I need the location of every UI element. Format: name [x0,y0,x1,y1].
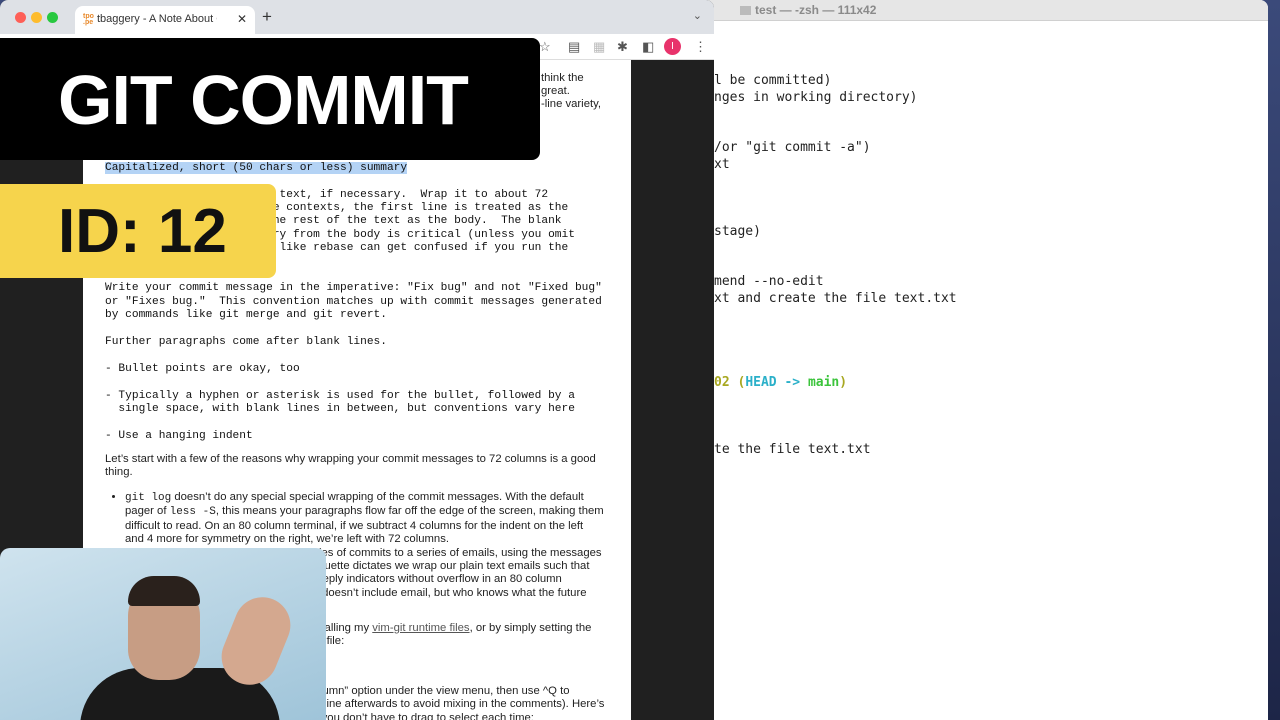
intro-paragraph: Let’s start with a few of the reasons wh… [105,453,596,479]
browser-tab[interactable]: tpo.pe tbaggery - A Note About Git Commi… [75,6,255,34]
extension-icon[interactable]: ▦ [593,39,605,55]
close-window-button[interactable] [15,12,26,23]
tab-bar: tpo.pe tbaggery - A Note About Git Commi… [0,0,714,34]
commit-example-line: - Use a hanging indent [105,429,253,442]
para-fragment: think the [541,72,584,84]
terminal-line: xt and create the file text.txt [714,291,957,306]
tab-title: tbaggery - A Note About Git Commit Messa… [97,13,217,25]
menu-kebab-icon[interactable]: ⋮ [694,39,707,55]
commit-example-line: Further paragraphs come after blank line… [105,335,387,348]
close-tab-icon[interactable]: ✕ [237,12,247,26]
commit-example-line: Write your commit message in the imperat… [105,282,602,295]
code: git log [125,492,172,504]
tab-search-chevron-icon[interactable]: ⌄ [693,9,702,22]
terminal-line: mend --no-edit [714,274,824,289]
folder-icon [740,6,751,15]
commit-hash: 02 [714,375,730,390]
paren: ) [839,375,848,390]
para-fragment: great. [541,85,570,97]
commit-example-line: - Typically a hyphen or asterisk is used… [105,389,575,402]
git-log-line: 02 (HEAD -> main) [714,375,847,390]
new-tab-button[interactable]: + [262,7,272,27]
video-id-badge: ID: 12 [0,184,276,278]
para-fragment: -line variety, [541,98,602,110]
terminal-titlebar: test — -zsh — 111x42 [700,0,1268,21]
head-ref: HEAD -> [745,375,808,390]
commit-example-line: by commands like git merge and git rever… [105,309,387,322]
terminal-window[interactable]: test — -zsh — 111x42 l be committed) nge… [700,0,1268,720]
list-item: git log doesn’t do any special special w… [125,491,605,547]
commit-example-line: or "Fixes bug." This convention matches … [105,295,602,308]
summary-line: Capitalized, short (50 chars or less) su… [105,162,408,174]
terminal-line: nges in working directory) [714,90,918,105]
terminal-line: te the file text.txt [714,442,871,457]
puzzle-extensions-icon[interactable]: ✱ [617,39,628,55]
terminal-line: stage) [714,224,761,239]
bookmark-star-icon[interactable]: ☆ [539,39,551,55]
commit-example-line: - Bullet points are okay, too [105,362,300,375]
presenter-hair [128,576,200,606]
side-panel-icon[interactable]: ◧ [642,39,654,55]
branch-name: main [807,375,840,390]
webcam-presenter [0,548,326,720]
favicon-icon: tpo .pe [83,13,94,26]
maximize-window-button[interactable] [47,12,58,23]
commit-example-line: single space, with blank lines in betwee… [105,402,575,415]
extension-icon[interactable]: ▤ [568,39,580,55]
video-title-overlay: GIT COMMIT [0,38,540,160]
terminal-title: test — -zsh — 111x42 [755,3,877,17]
minimize-window-button[interactable] [31,12,42,23]
terminal-line: l be committed) [714,73,832,88]
terminal-line: xt [714,157,730,172]
profile-avatar[interactable]: I [664,38,681,55]
terminal-line: /or "git commit -a") [714,140,871,155]
code: less -S [169,506,216,519]
vim-git-link[interactable]: vim-git runtime files [372,622,469,634]
